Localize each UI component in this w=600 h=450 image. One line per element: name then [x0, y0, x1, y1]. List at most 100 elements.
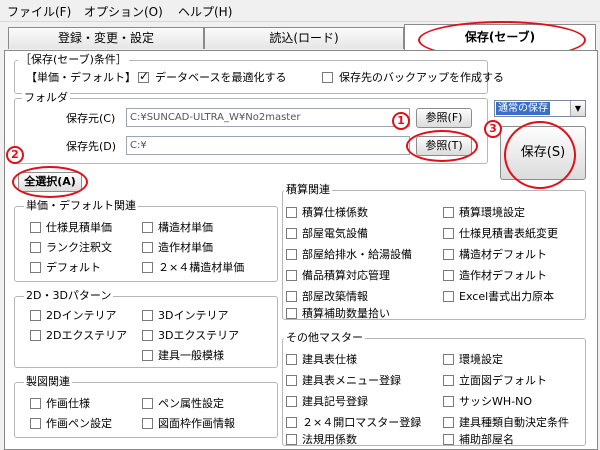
unit-price-checkbox-5[interactable] — [142, 262, 153, 273]
unit-price-label-2: ランク注釈文 — [46, 241, 112, 254]
estimate-label-6: 備品積算対応管理 — [302, 269, 390, 282]
unit-price-label-3: 造作材単価 — [158, 241, 213, 254]
pattern-checkbox-3[interactable] — [142, 330, 153, 341]
chevron-down-icon[interactable]: ▼ — [570, 101, 585, 116]
estimate-checkbox-4[interactable] — [286, 249, 297, 260]
unit-price-label-5: ２×４構造材単価 — [158, 261, 245, 274]
optimize-db-label: データベースを最適化する — [155, 71, 287, 84]
pattern-label-3: 3Dエクステリア — [158, 329, 240, 342]
pattern-checkbox-0[interactable] — [30, 310, 41, 321]
unit-default-label: 【単価・デフォルト】 — [26, 71, 136, 84]
other-master-label-1: 環境設定 — [459, 353, 503, 366]
drafting-label-3: 図面枠作画情報 — [158, 417, 235, 430]
other-master-checkbox-4[interactable] — [286, 396, 297, 407]
tab-load[interactable]: 読込(ロード) — [204, 27, 404, 49]
pattern-checkbox-2[interactable] — [30, 330, 41, 341]
other-master-label-8: 法規用係数 — [302, 433, 357, 446]
estimate-checkbox-9[interactable] — [443, 291, 454, 302]
menu-options[interactable]: オプション(O) — [84, 3, 163, 20]
dest-label: 保存先(D) — [66, 140, 117, 153]
tab-save[interactable]: 保存(セーブ) — [404, 24, 596, 50]
browse-dest-button[interactable]: 参照(T) — [416, 136, 472, 156]
estimate-checkbox-2[interactable] — [286, 228, 297, 239]
unit-price-checkbox-2[interactable] — [30, 242, 41, 253]
pattern-label-0: 2Dインテリア — [46, 309, 117, 322]
estimate-label-1: 積算環境設定 — [459, 206, 525, 219]
drafting-checkbox-1[interactable] — [142, 398, 153, 409]
estimate-label-10: 積算補助数量拾い — [302, 307, 390, 320]
other-master-checkbox-1[interactable] — [443, 354, 454, 365]
unit-price-label-0: 仕様見積単価 — [46, 221, 112, 234]
source-field[interactable]: C:¥SUNCAD-ULTRA_W¥No2master — [126, 108, 410, 127]
drafting-label-0: 作画仕様 — [46, 397, 90, 410]
estimate-label-3: 仕様見積書表紙変更 — [459, 227, 558, 240]
pattern-checkbox-4[interactable] — [142, 350, 153, 361]
other-master-checkbox-6[interactable] — [286, 417, 297, 428]
other-master-checkbox-3[interactable] — [443, 375, 454, 386]
backup-checkbox[interactable] — [322, 72, 333, 83]
pattern-label-1: 3Dインテリア — [158, 309, 229, 322]
unit-price-title: 単価・デフォルト関連 — [24, 199, 138, 212]
drafting-checkbox-0[interactable] — [30, 398, 41, 409]
estimate-checkbox-1[interactable] — [443, 207, 454, 218]
pattern-checkbox-1[interactable] — [142, 310, 153, 321]
source-label: 保存元(C) — [66, 112, 116, 125]
save-conditions-title: ［保存(セーブ)条件］ — [18, 53, 129, 66]
unit-price-checkbox-3[interactable] — [142, 242, 153, 253]
estimate-checkbox-8[interactable] — [286, 291, 297, 302]
other-master-label-6: ２×４開口マスター登録 — [302, 416, 422, 429]
other-master-label-2: 建具表メニュー登録 — [302, 374, 401, 387]
other-master-title: その他マスター — [284, 331, 365, 344]
pattern-label-2: 2Dエクステリア — [46, 329, 128, 342]
menu-file[interactable]: ファイル(F) — [7, 3, 71, 20]
other-master-label-9: 補助部屋名 — [459, 433, 514, 446]
browse-source-button[interactable]: 参照(F) — [416, 108, 472, 128]
estimate-checkbox-0[interactable] — [286, 207, 297, 218]
callout-1: 1 — [392, 112, 410, 130]
callout-2: 2 — [6, 146, 24, 164]
unit-price-checkbox-4[interactable] — [30, 262, 41, 273]
estimate-checkbox-5[interactable] — [443, 249, 454, 260]
unit-price-label-1: 構造材単価 — [158, 221, 213, 234]
unit-price-checkbox-1[interactable] — [142, 222, 153, 233]
estimate-checkbox-6[interactable] — [286, 270, 297, 281]
estimate-label-2: 部屋電気設備 — [302, 227, 368, 240]
save-mode-value: 通常の保存 — [496, 102, 550, 115]
select-all-button[interactable]: 全選択(A) — [18, 172, 82, 192]
estimate-checkbox-10[interactable] — [286, 308, 297, 319]
other-master-checkbox-7[interactable] — [443, 417, 454, 428]
backup-label: 保存先のバックアップを作成する — [339, 71, 504, 84]
other-master-label-7: 建具種類自動決定条件 — [459, 416, 569, 429]
other-master-checkbox-8[interactable] — [286, 434, 297, 445]
menu-bar: ファイル(F) オプション(O) ヘルプ(H) — [0, 0, 600, 22]
other-master-label-3: 立面図デフォルト — [459, 374, 547, 387]
estimate-title: 積算関連 — [284, 183, 332, 196]
other-master-checkbox-2[interactable] — [286, 375, 297, 386]
estimate-label-9: Excel書式出力原本 — [459, 290, 555, 303]
other-master-checkbox-5[interactable] — [443, 396, 454, 407]
tab-register[interactable]: 登録・変更・設定 — [8, 27, 204, 49]
estimate-label-0: 積算仕様係数 — [302, 206, 368, 219]
pattern-label-4: 建具一般模様 — [158, 349, 224, 362]
drafting-checkbox-3[interactable] — [142, 418, 153, 429]
other-master-label-5: サッシWH-NO — [459, 395, 533, 408]
optimize-db-checkbox[interactable] — [138, 69, 149, 83]
drafting-checkbox-2[interactable] — [30, 418, 41, 429]
estimate-checkbox-3[interactable] — [443, 228, 454, 239]
estimate-label-7: 造作材デフォルト — [459, 269, 547, 282]
callout-3: 3 — [484, 120, 502, 138]
save-mode-dropdown[interactable]: 通常の保存 ▼ — [494, 100, 586, 117]
other-master-checkbox-0[interactable] — [286, 354, 297, 365]
drafting-label-1: ペン属性設定 — [158, 397, 224, 410]
estimate-checkbox-7[interactable] — [443, 270, 454, 281]
unit-price-checkbox-0[interactable] — [30, 222, 41, 233]
folder-title: フォルダ — [22, 91, 70, 104]
save-button[interactable]: 保存(S) — [500, 126, 586, 180]
other-master-checkbox-9[interactable] — [443, 434, 454, 445]
other-master-label-0: 建具表仕様 — [302, 353, 357, 366]
other-master-label-4: 建具記号登録 — [302, 395, 368, 408]
drafting-title: 製図関連 — [24, 375, 72, 388]
menu-help[interactable]: ヘルプ(H) — [178, 3, 232, 20]
pattern-title: 2D・3Dパターン — [24, 289, 114, 302]
dest-field[interactable]: C:¥ — [126, 136, 410, 155]
